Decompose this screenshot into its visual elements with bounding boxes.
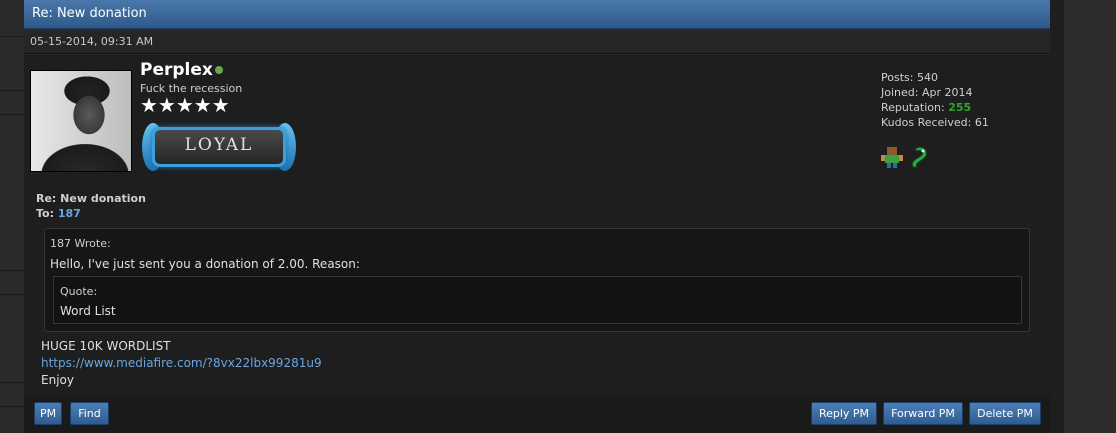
character-award-icon[interactable]: [881, 145, 903, 169]
stat-reputation: Reputation: 255: [881, 101, 972, 114]
forward-pm-button[interactable]: Forward PM: [883, 402, 963, 425]
nested-quote-text: Word List: [60, 304, 116, 318]
post-action-bar: PM Find Reply PM Forward PM Delete PM: [24, 395, 1050, 433]
post-date: 05-15-2014, 09:31 AM: [30, 35, 154, 48]
quote-block: 187 Wrote: Hello, I've just sent you a d…: [44, 228, 1030, 332]
online-status-icon: [215, 66, 223, 74]
left-gutter: [0, 0, 24, 433]
badge-label: LOYAL: [184, 135, 254, 155]
avatar[interactable]: [30, 70, 132, 172]
message-header: Re: New donation: [24, 0, 1050, 29]
rank-stars-icon: ★★★★★: [140, 93, 230, 117]
nested-quote-block: Quote: Word List: [53, 276, 1022, 324]
post-container: Perplex Fuck the recession ★★★★★ LOYAL P…: [24, 55, 1050, 395]
loyal-badge-icon: LOYAL: [142, 121, 296, 173]
message-recipient: To: 187: [36, 207, 81, 220]
snake-award-icon[interactable]: [907, 145, 931, 169]
quote-author: 187 Wrote:: [50, 237, 111, 250]
quote-text: Hello, I've just sent you a donation of …: [50, 257, 360, 271]
find-button[interactable]: Find: [70, 402, 109, 425]
message-body: HUGE 10K WORDLIST https://www.mediafire.…: [41, 338, 322, 389]
body-line: HUGE 10K WORDLIST: [41, 339, 171, 353]
username-link[interactable]: Perplex: [140, 60, 213, 80]
recipient-link[interactable]: 187: [58, 207, 81, 220]
nested-quote-label: Quote:: [60, 285, 98, 298]
pm-button[interactable]: PM: [34, 402, 62, 425]
reply-pm-button[interactable]: Reply PM: [811, 402, 877, 425]
post-date-bar: 05-15-2014, 09:31 AM: [24, 30, 1050, 54]
page-title: Re: New donation: [32, 6, 147, 21]
body-line: Enjoy: [41, 373, 74, 387]
delete-pm-button[interactable]: Delete PM: [969, 402, 1041, 425]
stat-kudos: Kudos Received: 61: [881, 116, 989, 129]
right-border: [1050, 0, 1064, 433]
body-link[interactable]: https://www.mediafire.com/?8vx22lbx99281…: [41, 355, 322, 372]
stat-posts: Posts: 540: [881, 71, 938, 84]
page-background: [1064, 0, 1116, 433]
user-stats: Posts: 540 Joined: Apr 2014 Reputation: …: [881, 70, 989, 130]
message-subject: Re: New donation: [36, 192, 146, 205]
stat-joined: Joined: Apr 2014: [881, 86, 973, 99]
reputation-link[interactable]: 255: [948, 101, 971, 114]
